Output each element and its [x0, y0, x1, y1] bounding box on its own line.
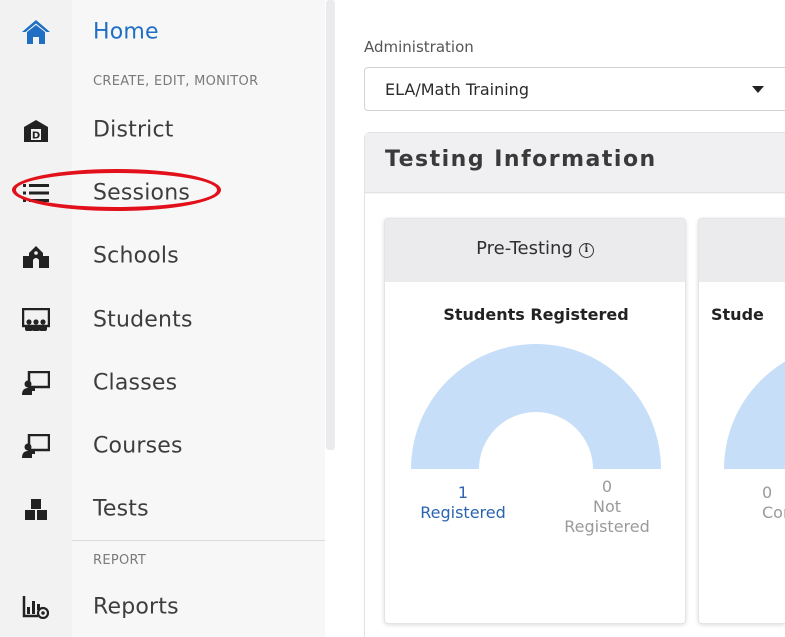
caret-down-icon: [752, 86, 764, 93]
sidebar-item-label: Classes: [93, 370, 178, 396]
sidebar-scrollbar[interactable]: [326, 0, 335, 450]
sidebar-item-students[interactable]: Students: [0, 292, 325, 348]
administration-select-value: ELA/Math Training: [385, 80, 529, 99]
sidebar-item-label: Courses: [93, 433, 183, 459]
card-title: Pre-Testing i: [385, 238, 685, 259]
sidebar: Home CREATE, EDIT, MONITOR D District Se…: [0, 0, 337, 637]
reports-icon: [18, 592, 54, 622]
section-heading-create: CREATE, EDIT, MONITOR: [93, 74, 259, 89]
sidebar-item-classes[interactable]: Classes: [0, 355, 325, 411]
card-header: Pre-Testing i: [385, 219, 685, 282]
completed-label: Compl: [762, 503, 785, 522]
tests-icon: [18, 494, 54, 524]
administration-label: Administration: [364, 38, 474, 56]
courses-icon: [18, 431, 54, 461]
sidebar-item-label: Tests: [93, 496, 149, 522]
sidebar-item-label: Sessions: [93, 180, 191, 206]
second-gauge-chart: [724, 361, 785, 469]
sidebar-item-district[interactable]: D District: [0, 102, 325, 158]
sidebar-item-label: Students: [93, 307, 193, 333]
chart-title: Students Registered: [443, 305, 629, 324]
legend-registered[interactable]: 1 Registered: [413, 483, 513, 523]
legend-completed: 0 Compl: [762, 483, 785, 523]
sidebar-item-courses[interactable]: Courses: [0, 418, 325, 474]
registered-gauge-chart: [411, 344, 661, 469]
gauge-arc-registered: [411, 344, 661, 469]
home-icon: [18, 17, 54, 47]
registered-label: Registered: [420, 503, 506, 522]
sidebar-item-home[interactable]: Home: [0, 4, 325, 60]
students-icon: [18, 305, 54, 335]
section-heading-report: REPORT: [93, 553, 147, 568]
schools-icon: [18, 241, 54, 271]
chart-title: Stude: [711, 305, 764, 324]
sidebar-divider: [72, 540, 325, 541]
completed-count: 0: [762, 483, 773, 502]
sidebar-item-label: District: [93, 117, 174, 143]
pre-testing-card: Pre-Testing i Students Registered 1 Regis…: [384, 218, 686, 624]
classes-icon: [18, 368, 54, 398]
sidebar-item-label: Home: [93, 19, 159, 45]
info-icon[interactable]: i: [578, 243, 594, 258]
not-registered-label-line1: Not: [592, 497, 622, 516]
not-registered-label-line2: Registered: [564, 517, 650, 536]
not-registered-count: 0: [601, 477, 613, 496]
testing-card-2: Stude 0 Compl: [698, 218, 785, 624]
sidebar-item-tests[interactable]: Tests: [0, 481, 325, 537]
sidebar-item-sessions[interactable]: Sessions: [0, 165, 325, 221]
panel-title: Testing Information: [385, 147, 657, 172]
sidebar-item-schools[interactable]: Schools: [0, 228, 325, 284]
card-header: [699, 219, 785, 282]
gauge-arc-second: [724, 361, 785, 469]
sidebar-item-reports[interactable]: Reports: [0, 579, 325, 635]
district-icon: D: [18, 115, 54, 145]
svg-text:D: D: [32, 131, 40, 142]
panel-header: Testing Information: [365, 133, 785, 193]
card-title-text: Pre-Testing: [476, 238, 573, 259]
sessions-icon: [18, 178, 54, 208]
legend-not-registered: 0 Not Registered: [555, 477, 659, 537]
sidebar-item-label: Schools: [93, 243, 179, 269]
sidebar-item-label: Reports: [93, 594, 179, 620]
administration-select[interactable]: ELA/Math Training: [364, 67, 785, 111]
registered-count: 1: [457, 483, 469, 502]
